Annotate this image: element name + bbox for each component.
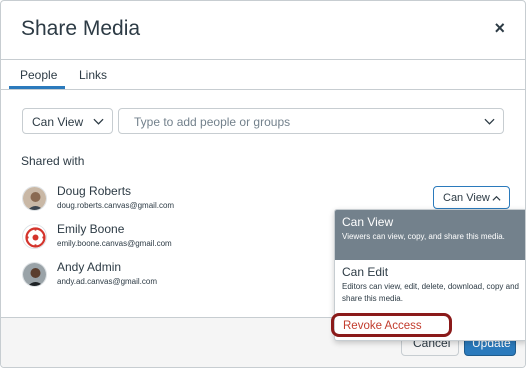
role-select-value: Can View: [443, 192, 490, 204]
chevron-down-icon: [484, 118, 495, 125]
user-avatar: [22, 262, 47, 287]
canvas-logo-avatar: [22, 224, 47, 249]
dialog-title: Share Media: [21, 17, 141, 40]
menu-item-description: Viewers can view, copy, and share this m…: [342, 232, 505, 241]
permission-select[interactable]: Can View: [22, 108, 113, 134]
dialog-header: Share Media ×: [1, 1, 525, 60]
person-email: doug.roberts.canvas@gmail.com: [57, 201, 175, 210]
permission-select-value: Can View: [32, 115, 84, 129]
role-dropdown-menu: Can View Viewers can view, copy, and sha…: [334, 209, 525, 341]
menu-item-label: Revoke Access: [343, 320, 422, 332]
people-search-placeholder: Type to add people or groups: [134, 115, 291, 129]
menu-item-label: Can View: [342, 215, 394, 229]
tab-people[interactable]: People: [20, 68, 57, 82]
role-select-button[interactable]: Can View: [433, 186, 510, 209]
menu-item-description: Editors can view, edit, delete, download…: [342, 282, 519, 303]
shared-with-heading: Shared with: [21, 154, 85, 168]
menu-item-can-edit[interactable]: Can Edit Editors can view, edit, delete,…: [335, 260, 525, 315]
close-icon[interactable]: ×: [494, 18, 505, 39]
person-name: Andy Admin: [57, 260, 122, 274]
share-media-dialog: Share Media × People Links Can View Type…: [0, 0, 526, 368]
person-email: andy.ad.canvas@gmail.com: [57, 277, 158, 286]
menu-item-label: Can Edit: [342, 265, 389, 279]
chevron-up-icon: [492, 195, 501, 201]
user-avatar: [22, 186, 47, 211]
person-name: Doug Roberts: [57, 184, 132, 198]
menu-item-can-view[interactable]: Can View Viewers can view, copy, and sha…: [335, 210, 525, 260]
tab-links[interactable]: Links: [79, 68, 107, 82]
menu-item-revoke-access[interactable]: Revoke Access: [335, 315, 525, 340]
person-email: emily.boone.canvas@gmail.com: [57, 239, 172, 248]
tab-selected-indicator: [9, 86, 65, 89]
tab-list: People Links: [1, 59, 525, 90]
person-name: Emily Boone: [57, 222, 125, 236]
chevron-down-icon: [93, 118, 104, 125]
people-search-input[interactable]: Type to add people or groups: [118, 108, 504, 134]
